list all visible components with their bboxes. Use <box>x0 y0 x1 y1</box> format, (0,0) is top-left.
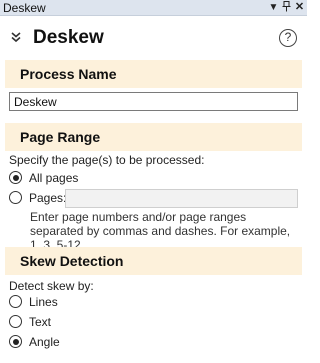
radio-label: Lines <box>29 295 58 309</box>
page-range-description: Specify the page(s) to be processed: <box>9 153 205 167</box>
section-header-process-name: Process Name <box>5 60 302 88</box>
deskew-panel: Deskew ▼ ✕ Deskew ? Process Name Page Ra… <box>0 0 307 363</box>
panel-titlebar: Deskew ▼ ✕ <box>0 0 307 16</box>
radio-label: Angle <box>29 335 60 349</box>
double-chevron-icon[interactable] <box>11 31 23 45</box>
pages-input[interactable] <box>65 189 298 208</box>
radio-button[interactable] <box>9 335 22 348</box>
panel-title: Deskew <box>3 1 46 15</box>
radio-button[interactable] <box>9 191 22 204</box>
pin-icon[interactable] <box>281 1 292 14</box>
page-title: Deskew <box>33 27 104 48</box>
radio-label: All pages <box>29 171 79 185</box>
radio-label: Pages: <box>29 191 67 205</box>
section-title: Process Name <box>20 66 117 82</box>
dropdown-arrow-icon[interactable]: ▼ <box>268 1 279 14</box>
close-icon[interactable]: ✕ <box>294 1 305 14</box>
radio-button[interactable] <box>9 171 22 184</box>
radio-button[interactable] <box>9 295 22 308</box>
help-icon[interactable]: ? <box>279 29 297 47</box>
section-header-skew-detection: Skew Detection <box>5 247 302 275</box>
radio-label: Text <box>29 315 52 329</box>
skew-detection-description: Detect skew by: <box>9 279 94 293</box>
radio-button[interactable] <box>9 315 22 328</box>
process-name-input[interactable] <box>9 92 298 111</box>
section-header-page-range: Page Range <box>5 123 302 151</box>
section-title: Skew Detection <box>20 253 124 269</box>
page-range-help-text: Enter page numbers and/or page ranges se… <box>30 210 291 252</box>
section-title: Page Range <box>20 129 101 145</box>
